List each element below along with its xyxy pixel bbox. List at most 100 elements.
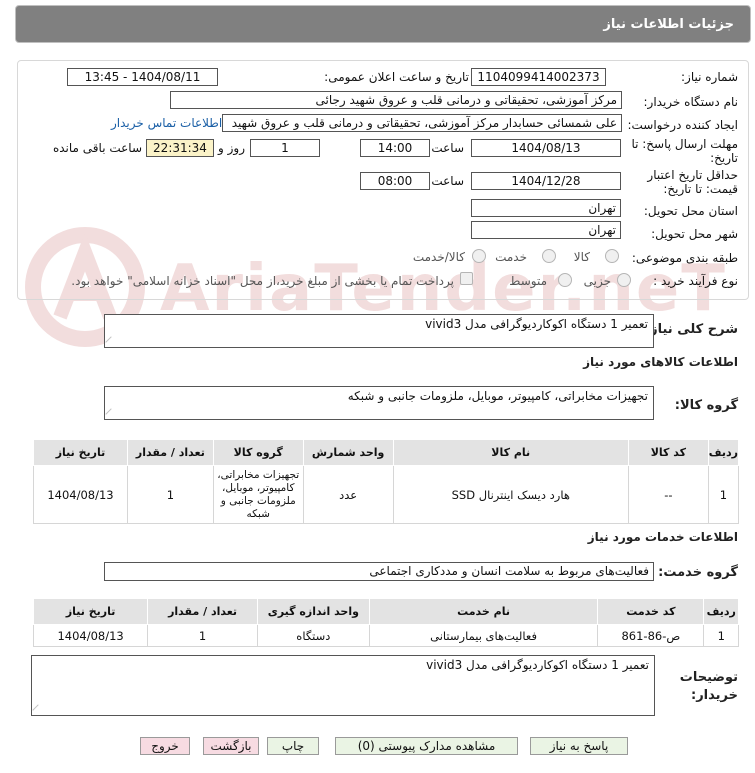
contact-buyer-link[interactable]: اطلاعات تماس خریدار — [111, 116, 222, 130]
buyer-notes-label-line2: خریدار: — [691, 688, 738, 703]
category-option-service: خدمت — [495, 250, 527, 264]
col-name: نام خدمت — [368, 598, 599, 625]
summary-label: شرح کلی نیاز: — [644, 322, 738, 337]
city-label: شهر محل تحویل: — [651, 227, 738, 241]
days-field: 1 — [250, 139, 320, 157]
announce-field: 1404/08/11 - 13:45 — [67, 68, 218, 86]
cell-date: 1404/08/13 — [32, 624, 149, 647]
group-line: تجهیزات مخابراتی، — [217, 468, 300, 481]
goods-group-field: تجهیزات مخابراتی، کامپیوتر، موبایل، ملزو… — [104, 386, 654, 420]
buyer-org-label: نام دستگاه خریدار: — [643, 95, 739, 109]
process-option-minor: جزیی — [583, 274, 611, 288]
resize-grip-icon[interactable] — [105, 408, 117, 420]
col-unit: واحد اندازه گیری — [256, 598, 370, 625]
validity-time-label: ساعت — [431, 174, 464, 188]
col-row: ردیف — [703, 598, 739, 625]
services-group-label: گروه خدمت: — [658, 565, 738, 580]
col-code: کد خدمت — [597, 598, 705, 625]
treasury-payment-note: پرداخت تمام یا بخشی از مبلغ خرید،از محل … — [71, 274, 454, 288]
col-qty: تعداد / مقدار — [147, 598, 258, 625]
deadline-time-label: ساعت — [431, 141, 464, 155]
cell-unit: عدد — [302, 465, 394, 524]
services-table-header: ردیف کد خدمت نام خدمت واحد اندازه گیری ت… — [32, 598, 739, 625]
col-row: ردیف — [707, 439, 740, 466]
process-label: نوع فرآیند خرید : — [653, 274, 738, 288]
resize-grip-icon[interactable] — [105, 336, 117, 348]
col-group: گروه کالا — [212, 439, 304, 466]
col-qty: تعداد / مقدار — [126, 439, 214, 466]
need-number-label: شماره نیاز: — [681, 70, 738, 84]
days-label: روز و — [218, 141, 245, 155]
page-title: جزئیات اطلاعات نیاز — [603, 17, 734, 32]
category-radio-goods[interactable] — [605, 249, 619, 263]
table-row: 1 ص-86-861 فعالیت‌های بیمارستانی دستگاه … — [32, 624, 739, 647]
process-option-medium: متوسط — [509, 274, 547, 288]
category-option-goods-service: کالا/خدمت — [412, 250, 465, 264]
services-section-title: اطلاعات خدمات مورد نیاز — [587, 530, 738, 544]
cell-row: 1 — [707, 465, 740, 524]
category-label: طبقه بندی موضوعی: — [631, 251, 738, 265]
goods-group-text: تجهیزات مخابراتی، کامپیوتر، موبایل، ملزو… — [347, 389, 648, 403]
col-name: نام کالا — [392, 439, 629, 466]
category-option-goods: کالا — [573, 250, 590, 264]
city-field: تهران — [471, 221, 621, 239]
validity-label-line1: حداقل تاریخ اعتبار — [647, 168, 738, 182]
cell-qty: 1 — [147, 624, 258, 647]
cell-qty: 1 — [126, 465, 214, 524]
group-line: کامپیوتر، موبایل، — [222, 481, 295, 494]
goods-table: ردیف کد کالا نام کالا واحد شمارش گروه کا… — [33, 439, 740, 524]
resize-grip-icon[interactable] — [32, 704, 44, 716]
validity-time-field: 08:00 — [360, 172, 430, 190]
reply-to-need-button[interactable]: پاسخ به نیاز — [530, 737, 628, 755]
treasury-payment-checkbox[interactable] — [460, 272, 473, 285]
validity-label-line2: قیمت: تا تاریخ: — [663, 182, 738, 196]
buyer-notes-text: تعمیر 1 دستگاه اکوکاردیوگرافی مدل vivid3 — [426, 658, 649, 672]
group-line: ملزومات جانبی و — [220, 494, 296, 507]
category-radio-goods-service[interactable] — [472, 249, 486, 263]
cell-name: هارد دیسک اینترنال SSD — [392, 465, 629, 524]
col-code: کد کالا — [627, 439, 709, 466]
buyer-notes-field: تعمیر 1 دستگاه اکوکاردیوگرافی مدل vivid3 — [31, 655, 655, 716]
summary-field: تعمیر 1 دستگاه اکوکاردیوگرافی مدل vivid3 — [104, 314, 654, 348]
view-attachments-button[interactable]: مشاهده مدارک پیوستی (0) — [335, 737, 518, 755]
cell-code: -- — [627, 465, 709, 524]
back-button[interactable]: بازگشت — [203, 737, 259, 755]
deadline-date-field: 1404/08/13 — [471, 139, 621, 157]
cell-code: ص-86-861 — [597, 624, 705, 647]
cell-date: 1404/08/13 — [33, 465, 128, 524]
category-radio-service[interactable] — [542, 249, 556, 263]
services-group-field: فعالیت‌های مربوط به سلامت انسان و مددکار… — [104, 562, 654, 581]
table-row: 1 -- هارد دیسک اینترنال SSD عدد تجهیزات … — [33, 465, 740, 524]
col-date: تاریخ نیاز — [32, 598, 149, 625]
goods-group-label: گروه کالا: — [674, 398, 738, 413]
deadline-label-line2: تاریخ: — [710, 151, 738, 165]
cell-group: تجهیزات مخابراتی، کامپیوتر، موبایل، ملزو… — [212, 465, 304, 524]
province-field: تهران — [471, 199, 621, 217]
remaining-time-label: ساعت باقی مانده — [52, 141, 142, 155]
remaining-time-field: 22:31:34 — [146, 139, 214, 157]
process-radio-medium[interactable] — [558, 273, 572, 287]
group-line: شبکه — [246, 507, 270, 520]
need-number-field: 1104099414002373 — [471, 68, 606, 86]
buyer-org-field: مرکز آموزشی، تحقیقاتی و درمانی قلب و عرو… — [170, 91, 622, 109]
services-table: ردیف کد خدمت نام خدمت واحد اندازه گیری ت… — [32, 598, 739, 647]
col-date: تاریخ نیاز — [33, 439, 128, 466]
province-label: استان محل تحویل: — [643, 204, 738, 218]
cell-unit: دستگاه — [256, 624, 370, 647]
goods-table-header: ردیف کد کالا نام کالا واحد شمارش گروه کا… — [33, 439, 740, 466]
cell-row: 1 — [703, 624, 739, 647]
announce-label: تاریخ و ساعت اعلان عمومی: — [324, 70, 469, 84]
buyer-notes-label-line1: توضیحات — [679, 670, 738, 685]
print-button[interactable]: چاپ — [267, 737, 319, 755]
deadline-label-line1: مهلت ارسال پاسخ: تا — [631, 137, 738, 151]
creator-field: علی شمسائی حسابدار مرکز آموزشی، تحقیقاتی… — [222, 114, 622, 132]
goods-section-title: اطلاعات کالاهای مورد نیاز — [583, 355, 738, 369]
process-radio-minor[interactable] — [617, 273, 631, 287]
page-header: جزئیات اطلاعات نیاز — [15, 5, 751, 43]
exit-button[interactable]: خروج — [140, 737, 190, 755]
col-unit: واحد شمارش — [302, 439, 394, 466]
deadline-time-field: 14:00 — [360, 139, 430, 157]
creator-label: ایجاد کننده درخواست: — [627, 118, 738, 132]
cell-name: فعالیت‌های بیمارستانی — [368, 624, 599, 647]
validity-date-field: 1404/12/28 — [471, 172, 621, 190]
